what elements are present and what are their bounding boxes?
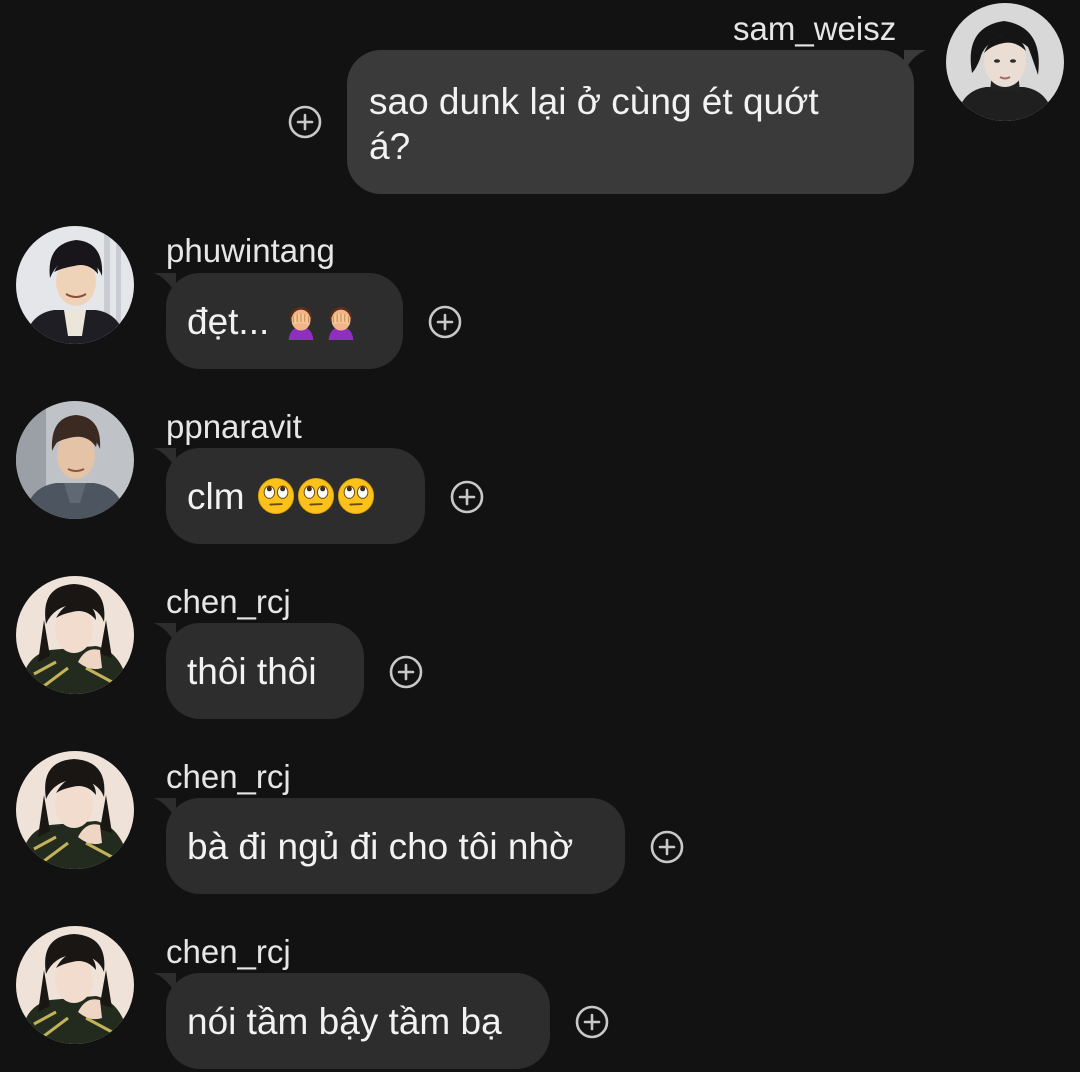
sender-name: ppnaravit xyxy=(166,408,302,445)
bubble-tail xyxy=(154,973,176,995)
sender-name: chen_rcj xyxy=(166,933,291,970)
message-bubble[interactable]: nói tầm bậy tầm bạ xyxy=(166,973,550,1069)
message-text: thôi thôi xyxy=(187,651,317,692)
chen-rcj-avatar[interactable] xyxy=(16,576,134,694)
bubble-tail xyxy=(904,50,926,72)
add-reaction-icon[interactable] xyxy=(389,655,423,689)
bubble-tail xyxy=(154,798,176,820)
sender-name: chen_rcj xyxy=(166,583,291,620)
phuwintang-avatar[interactable] xyxy=(16,226,134,344)
face-palm-emoji xyxy=(282,302,320,340)
ppnaravit-avatar[interactable] xyxy=(16,401,134,519)
eye-roll-emoji xyxy=(337,477,375,515)
bubble-tail xyxy=(154,273,176,295)
add-reaction-icon[interactable] xyxy=(575,1005,609,1039)
sender-name: sam_weisz xyxy=(733,10,897,47)
chen-rcj-avatar[interactable] xyxy=(16,926,134,1044)
message-bubble[interactable]: đẹt... xyxy=(166,273,403,369)
message-text: đẹt... xyxy=(187,301,280,342)
message-bubble[interactable]: sao dunk lại ở cùng ét quớt á? xyxy=(347,50,914,194)
sam-weisz-avatar[interactable] xyxy=(946,3,1064,121)
message-text: nói tầm bậy tầm bạ xyxy=(187,1001,502,1042)
message-bubble[interactable]: thôi thôi xyxy=(166,623,364,719)
eye-roll-emoji xyxy=(297,477,335,515)
sender-name: chen_rcj xyxy=(166,758,291,795)
face-palm-emoji xyxy=(322,302,360,340)
chat-thread: sam_weisz sao dunk lại ở cùng ét quớt á? xyxy=(0,0,1080,1072)
bubble-tail xyxy=(154,623,176,645)
message-text: bà đi ngủ đi cho tôi nhờ xyxy=(187,826,574,867)
chen-rcj-avatar[interactable] xyxy=(16,751,134,869)
message-text-line: á? xyxy=(369,126,411,167)
add-reaction-icon[interactable] xyxy=(428,305,462,339)
bubble-tail xyxy=(154,448,176,470)
message-bubble[interactable]: clm xyxy=(166,448,425,544)
sender-name: phuwintang xyxy=(166,232,335,269)
message-text: clm xyxy=(187,476,255,517)
add-reaction-icon[interactable] xyxy=(650,830,684,864)
eye-roll-emoji xyxy=(257,477,295,515)
add-reaction-icon[interactable] xyxy=(288,105,322,139)
message-bubble[interactable]: bà đi ngủ đi cho tôi nhờ xyxy=(166,798,625,894)
add-reaction-icon[interactable] xyxy=(450,480,484,514)
message-text-line: sao dunk lại ở cùng ét quớt xyxy=(369,81,819,122)
